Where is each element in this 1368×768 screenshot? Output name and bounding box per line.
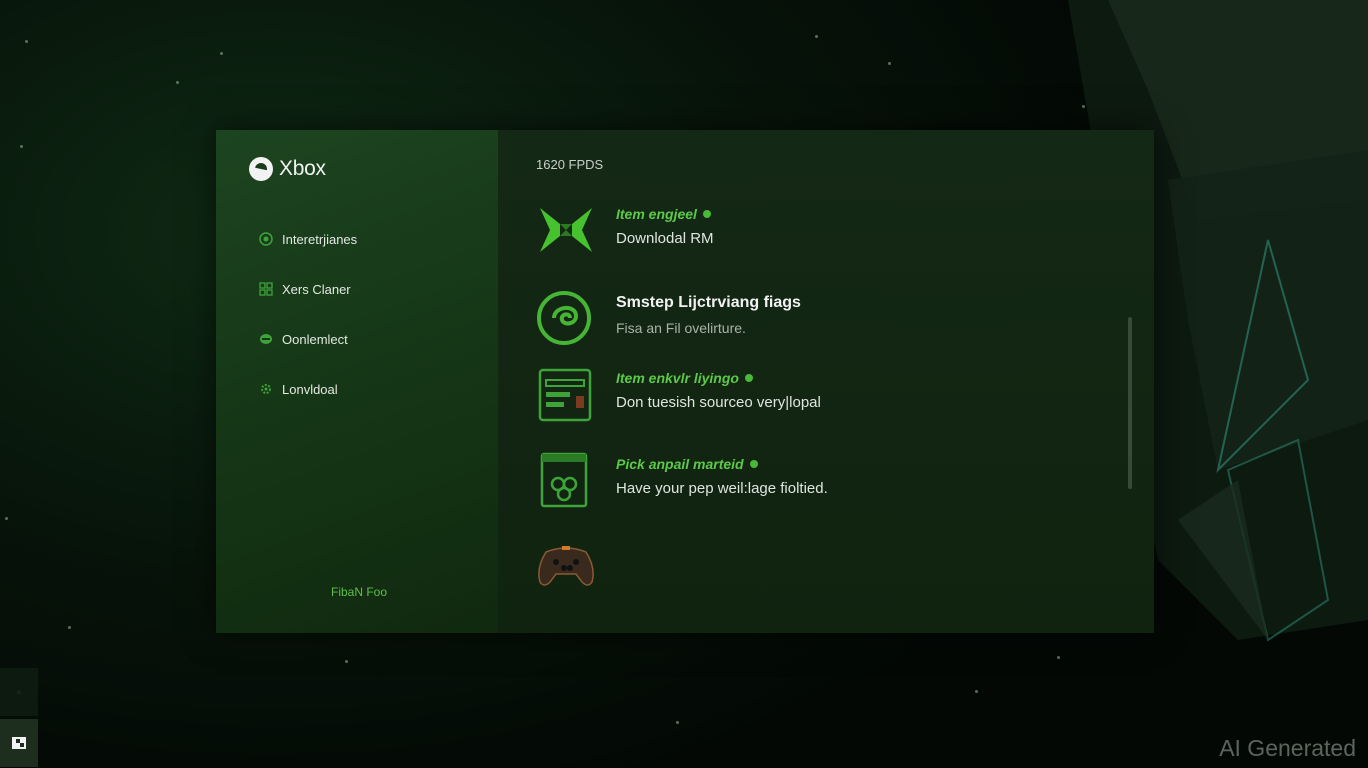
- list-item[interactable]: Item enkvlr liyingo Don tuesish sourceo …: [536, 366, 821, 422]
- xbox-logo-icon: [249, 157, 273, 181]
- star: [1057, 656, 1060, 659]
- status-dot: [702, 210, 711, 218]
- status-dot: [749, 460, 758, 468]
- star: [68, 626, 71, 629]
- star: [220, 52, 223, 55]
- circle-icon: [259, 232, 273, 246]
- list-item[interactable]: Pick anpail marteid Have your pep weil:l…: [536, 452, 828, 508]
- side-tool-button[interactable]: ▫: [0, 668, 38, 716]
- list-item[interactable]: Item engjeel Downlodal RM: [536, 202, 714, 258]
- item-subtitle: Downlodal RM: [616, 230, 714, 247]
- star: [25, 40, 28, 43]
- sidebar-item-4[interactable]: Lonvldoal: [259, 377, 357, 401]
- star: [676, 721, 679, 724]
- star: [176, 81, 179, 84]
- controller-icon: [259, 332, 273, 346]
- sidebar-item-label: Lonvldoal: [282, 381, 338, 397]
- xbox-emblem-icon: [540, 208, 592, 252]
- list-item[interactable]: [536, 538, 616, 594]
- list-item[interactable]: Smstep Lijctrviang fiags Fisa an Fil ove…: [536, 290, 801, 346]
- item-title: Item engjeel: [616, 206, 714, 222]
- document-icon: [540, 452, 588, 508]
- item-subtitle: Don tuesish sourceo very|lopal: [616, 394, 821, 411]
- console-icon: [538, 368, 592, 422]
- flag-icon: [12, 737, 26, 749]
- sidebar-item-label: Xers Claner: [282, 281, 351, 297]
- star: [1082, 105, 1085, 108]
- star: [975, 690, 978, 693]
- sidebar-item-label: Interetrjianes: [282, 231, 358, 247]
- ghost-icon: ▫: [16, 685, 22, 699]
- status-dot: [744, 374, 753, 382]
- sidebar-footer-link[interactable]: FibaN Foo: [216, 585, 500, 599]
- sidebar: Xbox Interetrjianes Xers Claner Oonlemle…: [216, 130, 498, 633]
- item-title: Pick anpail marteid: [616, 456, 828, 472]
- item-title: Smstep Lijctrviang fiags: [616, 294, 801, 311]
- xbox-panel: Xbox Interetrjianes Xers Claner Oonlemle…: [216, 130, 1154, 633]
- main-content: 1620 FPDS Item engjeel Downlodal RM Smst…: [498, 130, 1154, 633]
- item-title: Item enkvlr liyingo: [616, 370, 821, 386]
- item-subtitle: Fisa an Fil ovelirture.: [616, 320, 746, 336]
- sidebar-item-3[interactable]: Oonlemlect: [259, 327, 357, 351]
- sidebar-item-label: Oonlemlect: [282, 331, 348, 347]
- grid-icon: [259, 282, 273, 296]
- sidebar-nav: Interetrjianes Xers Claner Oonlemlect Lo…: [259, 227, 357, 427]
- star: [815, 35, 818, 38]
- sidebar-item-1[interactable]: Interetrjianes: [259, 227, 357, 251]
- star: [20, 145, 23, 148]
- gamepad-icon: [538, 546, 594, 586]
- brand[interactable]: Xbox: [249, 157, 326, 181]
- watermark: AI Generated: [1219, 735, 1356, 761]
- scrollbar[interactable]: [1128, 317, 1132, 489]
- star: [345, 660, 348, 663]
- item-subtitle: Have your pep weil:lage fioltied.: [616, 480, 828, 497]
- flag-button[interactable]: [0, 719, 38, 767]
- swirl-icon: [537, 291, 591, 345]
- gear-icon: [259, 382, 273, 396]
- star: [888, 62, 891, 65]
- star: [5, 517, 8, 520]
- brand-name: Xbox: [279, 157, 326, 180]
- content-header: 1620 FPDS: [536, 157, 604, 172]
- sidebar-item-2[interactable]: Xers Claner: [259, 277, 357, 301]
